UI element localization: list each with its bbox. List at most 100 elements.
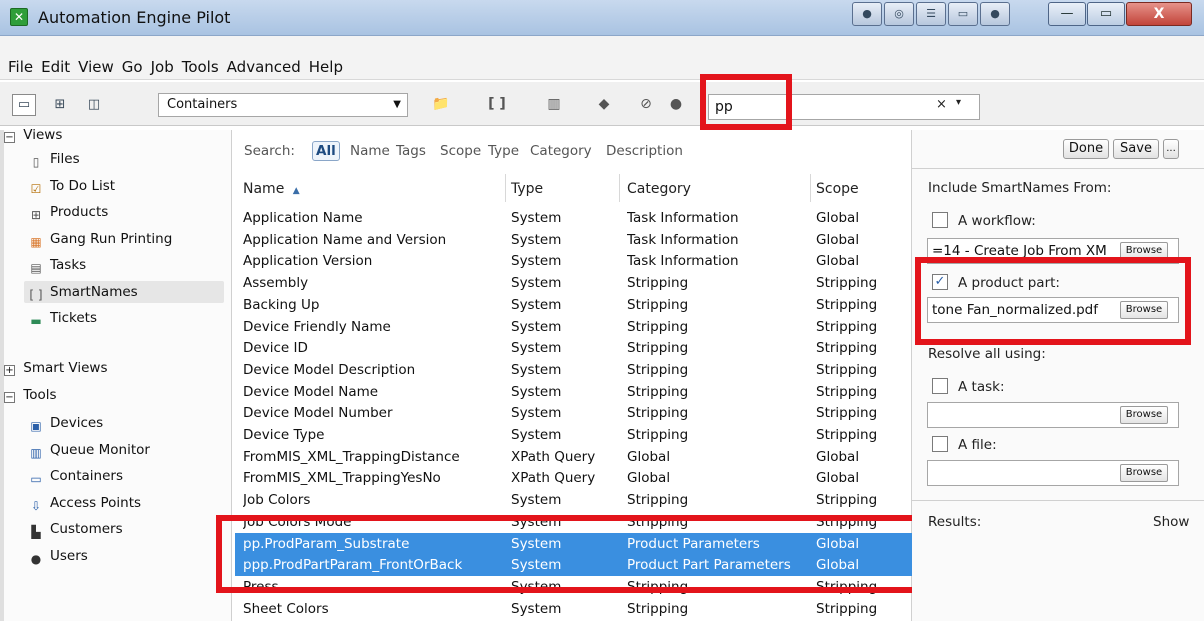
window-edge <box>0 130 4 621</box>
menu-file[interactable]: File <box>8 58 33 76</box>
collapse-icon[interactable]: − <box>4 132 15 143</box>
todo-icon: ☑ <box>30 181 42 196</box>
file-browse-button[interactable]: Browse <box>1120 464 1168 482</box>
network-icon[interactable]: ◎ <box>884 2 914 26</box>
table-row[interactable]: Device Model Name System Stripping Strippin… <box>238 381 910 403</box>
table-row[interactable]: Assembly System Stripping Stripping <box>238 272 910 294</box>
sidebar-item-containers[interactable]: ▭ Containers <box>24 465 224 487</box>
menu-advanced[interactable]: Advanced <box>227 58 301 76</box>
camera-icon[interactable]: ● <box>852 2 882 26</box>
sidebar-item-devices[interactable]: ▣ Devices <box>24 412 224 434</box>
workflow-checkbox[interactable] <box>932 212 948 228</box>
table-row[interactable]: Device Model Number System Stripping Stripp… <box>238 402 910 424</box>
sidebar-item-files[interactable]: ▯ Files <box>24 148 224 170</box>
sidebar-item-to-do-list[interactable]: ☑ To Do List <box>24 175 224 197</box>
table-row[interactable]: Press System Stripping Stripping <box>238 576 910 598</box>
search-filter-description[interactable]: Description <box>606 143 683 159</box>
show-results-link[interactable]: Show <box>1153 514 1189 530</box>
list-icon[interactable]: ☰ <box>916 2 946 26</box>
more-button[interactable]: ... <box>1163 139 1179 159</box>
prohibit-icon[interactable]: ⊘ <box>634 92 658 116</box>
product-part-label: A product part: <box>958 275 1060 291</box>
table-row[interactable]: Application Version System Task Informatio… <box>238 250 910 272</box>
column-header-name[interactable]: Name ▲ <box>243 178 300 200</box>
preview-view-icon[interactable]: ◫ <box>82 94 106 116</box>
sidebar-item-products[interactable]: ⊞ Products <box>24 201 224 223</box>
minimize-button[interactable]: — <box>1048 2 1086 26</box>
close-button[interactable]: X <box>1126 2 1192 26</box>
expand-icon[interactable]: + <box>4 365 15 376</box>
table-cell-type: System <box>511 557 562 574</box>
tree-views[interactable]: − Views <box>4 124 62 146</box>
table-row[interactable]: FromMIS_XML_TrappingYesNo XPath Query Glob… <box>238 467 910 489</box>
menu-job[interactable]: Job <box>151 58 174 76</box>
sidebar-item-access-points[interactable]: ⇩ Access Points <box>24 492 224 514</box>
table-row[interactable]: Sheet Colors System Stripping Stripping <box>238 598 910 620</box>
product-part-checkbox[interactable]: ✓ <box>932 274 948 290</box>
single-view-icon[interactable]: ▭ <box>12 94 36 116</box>
sidebar-item-users[interactable]: ● Users <box>24 545 224 567</box>
task-browse-button[interactable]: Browse <box>1120 406 1168 424</box>
table-row[interactable]: Job Colors System Stripping Stripping <box>238 489 910 511</box>
search-filter-tags[interactable]: Tags <box>396 143 426 159</box>
sidebar-item-customers[interactable]: ▙ Customers <box>24 518 224 540</box>
table-row[interactable]: FromMIS_XML_TrappingDistance XPath Query G… <box>238 446 910 468</box>
container-selector[interactable]: Containers ▼ <box>158 93 408 117</box>
table-cell-type: System <box>511 427 562 443</box>
new-folder-icon[interactable]: 📁 <box>424 92 458 116</box>
done-button[interactable]: Done <box>1063 139 1109 159</box>
table-row[interactable]: pp.ProdParam_Substrate System Product Para… <box>235 532 913 555</box>
column-divider[interactable] <box>619 174 620 202</box>
column-divider[interactable] <box>810 174 811 202</box>
containers-icon: ▭ <box>30 472 42 486</box>
search-filter-category[interactable]: Category <box>530 143 592 159</box>
table-row[interactable]: Device ID System Stripping Stripping <box>238 337 910 359</box>
workflow-browse-button[interactable]: Browse <box>1120 242 1168 260</box>
menu-help[interactable]: Help <box>309 58 343 76</box>
menu-edit[interactable]: Edit <box>41 58 70 76</box>
table-cell-category: Stripping <box>627 492 689 509</box>
table-row[interactable]: Application Name and Version System Task I… <box>238 229 910 251</box>
tag-icon[interactable]: ◆ <box>590 92 618 116</box>
table-row[interactable]: Device Model Description System Stripping S… <box>238 359 910 381</box>
sidebar-item-gang-run-printing[interactable]: ▦ Gang Run Printing <box>24 228 224 250</box>
table-row[interactable]: Application Name System Task Information Gl… <box>238 207 910 229</box>
collapse-icon[interactable]: − <box>4 392 15 403</box>
sidebar-item-tickets[interactable]: ▬ Tickets <box>24 307 224 329</box>
new-smartname-icon[interactable]: [ ] <box>482 92 512 116</box>
tree-smart-views[interactable]: + Smart Views <box>4 357 108 379</box>
grid-view-icon[interactable]: ⊞ <box>48 94 72 116</box>
sidebar-item-tasks[interactable]: ▤ Tasks <box>24 254 224 276</box>
tree-tools[interactable]: − Tools <box>4 384 57 406</box>
search-filter-type[interactable]: Type <box>488 143 519 159</box>
sidebar-item-smartnames[interactable]: [ ] SmartNames <box>24 280 224 303</box>
search-options-icon[interactable]: ▾ <box>956 97 961 108</box>
info-icon[interactable]: ● <box>664 92 688 116</box>
table-row[interactable]: Job Colors Mode System Stripping Stripping <box>238 511 910 533</box>
menu-tools[interactable]: Tools <box>182 58 219 76</box>
file-checkbox[interactable] <box>932 436 948 452</box>
column-divider[interactable] <box>505 174 506 202</box>
column-header-scope[interactable]: Scope <box>816 178 859 200</box>
maximize-button[interactable]: ▭ <box>1087 2 1125 26</box>
search-filter-all[interactable]: All <box>312 141 340 161</box>
menu-view[interactable]: View <box>78 58 114 76</box>
task-checkbox[interactable] <box>932 378 948 394</box>
table-row[interactable]: Backing Up System Stripping Stripping <box>238 294 910 316</box>
chart-icon[interactable]: ▥ <box>540 92 568 116</box>
record-icon[interactable]: ● <box>980 2 1010 26</box>
table-row[interactable]: ppp.ProdPartParam_FrontOrBack System Produ… <box>235 554 913 577</box>
product-part-browse-button[interactable]: Browse <box>1120 301 1168 319</box>
table-row[interactable]: Device Type System Stripping Stripping <box>238 424 910 446</box>
search-filter-scope[interactable]: Scope <box>440 143 481 159</box>
panel-icon[interactable]: ▭ <box>948 2 978 26</box>
menu-go[interactable]: Go <box>122 58 143 76</box>
sidebar-item-queue-monitor[interactable]: ▥ Queue Monitor <box>24 439 224 461</box>
save-button[interactable]: Save <box>1113 139 1159 159</box>
column-header-category[interactable]: Category <box>627 178 691 200</box>
table-row[interactable]: Device Friendly Name System Stripping Strip… <box>238 316 910 338</box>
search-filter-name[interactable]: Name <box>350 143 390 159</box>
column-header-type[interactable]: Type <box>511 178 543 200</box>
clear-search-icon[interactable]: × <box>936 97 947 112</box>
table-cell-category: Stripping <box>627 405 689 422</box>
